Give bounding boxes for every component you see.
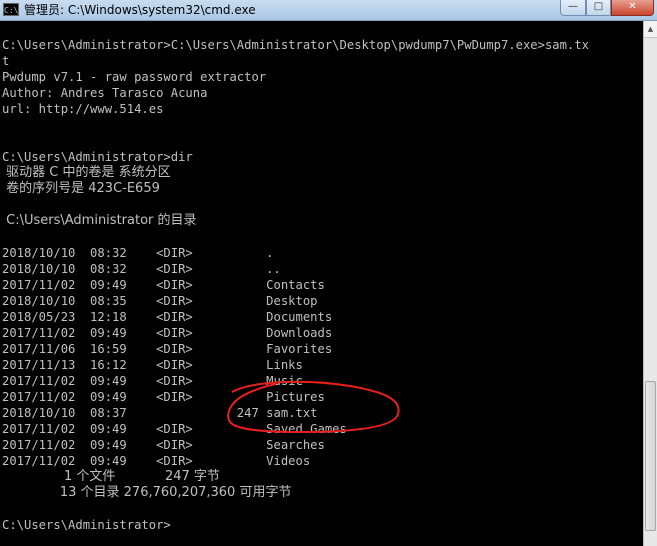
minimize-button[interactable]: — [560,0,586,16]
console-line: 2018/05/23 12:18 <DIR> Documents [2,310,333,324]
console-line: 2018/10/10 08:32 <DIR> . [2,246,274,260]
console-line: 1 个文件 247 字节 [2,469,220,484]
cmd-icon[interactable]: C:\ [3,3,19,16]
console-line: 2017/11/02 09:49 <DIR> Music [2,374,303,388]
console-line: 2018/10/10 08:37 247 sam.txt [2,406,318,420]
console-line: 2017/11/02 09:49 <DIR> Downloads [2,326,333,340]
vertical-scrollbar[interactable]: ▲ [643,21,657,546]
console-line: Author: Andres Tarasco Acuna [2,86,208,100]
console-line: 2017/11/02 09:49 <DIR> Videos [2,454,311,468]
console-line: url: http://www.514.es [2,102,164,116]
maximize-button[interactable]: □ [586,0,611,16]
console-line: t [2,54,10,68]
console-line: C:\Users\Administrator>dir [2,150,193,164]
console-line: 驱动器 C 中的卷是 系统分区 [2,165,171,180]
scrollbar-thumb[interactable] [645,381,656,531]
console-line: 2017/11/02 09:49 <DIR> Pictures [2,390,325,404]
console-line: 2017/11/02 09:49 <DIR> Saved Games [2,422,347,436]
close-button[interactable]: ✕ [611,0,654,16]
console-line: C:\Users\Administrator> [2,518,171,532]
console-line: 2017/11/06 16:59 <DIR> Favorites [2,342,333,356]
console-line: 2018/10/10 08:35 <DIR> Desktop [2,294,318,308]
title-bar[interactable]: C:\ 管理员: C:\Windows\system32\cmd.exe — □… [0,0,657,21]
console-line: 2017/11/02 09:49 <DIR> Contacts [2,278,325,292]
console-line: C:\Users\Administrator 的目录 [2,213,197,228]
console-line: Pwdump v7.1 - raw password extractor [2,70,267,84]
console-line: 2018/10/10 08:32 <DIR> .. [2,262,281,276]
console-output[interactable]: C:\Users\Administrator> C:\Users\Administ… [0,21,643,546]
window-title: 管理员: C:\Windows\system32\cmd.exe [24,3,256,17]
console-line: 2017/11/13 16:12 <DIR> Links [2,358,303,372]
scroll-up-arrow-icon[interactable]: ▲ [644,21,657,38]
console-line: 2017/11/02 09:49 <DIR> Searches [2,438,325,452]
console-line: C:\Users\Administrator>C:\Users\Administ… [2,38,589,52]
console-line: 卷的序列号是 423C-E659 [2,181,160,196]
cmd-window: C:\ 管理员: C:\Windows\system32\cmd.exe — □… [0,0,657,546]
console-line: 13 个目录 276,760,207,360 可用字节 [2,485,292,500]
